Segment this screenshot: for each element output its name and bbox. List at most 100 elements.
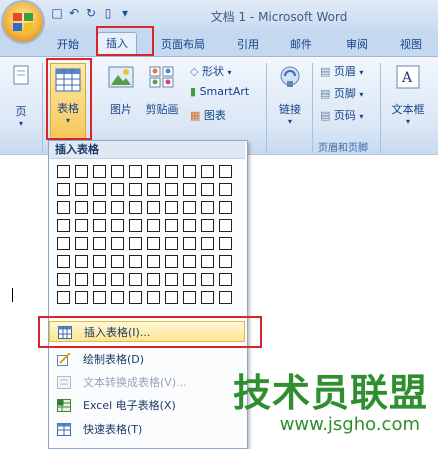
tab-page-layout[interactable]: 页面布局 (161, 36, 205, 52)
table-grid-cell[interactable] (201, 165, 214, 178)
picture-button[interactable]: 图片 (104, 65, 138, 117)
table-grid-cell[interactable] (111, 273, 124, 286)
table-grid-cell[interactable] (147, 219, 160, 232)
table-grid-cell[interactable] (147, 255, 160, 268)
table-grid-cell[interactable] (93, 291, 106, 304)
table-grid-cell[interactable] (129, 255, 142, 268)
table-grid-cell[interactable] (147, 183, 160, 196)
clipart-button[interactable]: 剪贴画 (142, 65, 182, 117)
table-grid-cell[interactable] (219, 273, 232, 286)
table-grid-cell[interactable] (57, 291, 70, 304)
table-grid-cell[interactable] (57, 255, 70, 268)
table-grid-cell[interactable] (129, 165, 142, 178)
table-grid-cell[interactable] (183, 255, 196, 268)
table-grid-cell[interactable] (111, 201, 124, 214)
table-grid-cell[interactable] (147, 291, 160, 304)
table-grid-cell[interactable] (111, 165, 124, 178)
table-grid-cell[interactable] (165, 237, 178, 250)
menu-item-quick-tables[interactable]: 快速表格(T) (49, 419, 245, 440)
table-grid-cell[interactable] (93, 165, 106, 178)
table-grid-cell[interactable] (165, 219, 178, 232)
table-grid-cell[interactable] (147, 201, 160, 214)
table-grid-cell[interactable] (111, 237, 124, 250)
table-grid-cell[interactable] (57, 165, 70, 178)
table-grid-cell[interactable] (111, 255, 124, 268)
table-grid-cell[interactable] (201, 201, 214, 214)
table-grid-cell[interactable] (183, 291, 196, 304)
table-grid-cell[interactable] (111, 291, 124, 304)
table-grid-cell[interactable] (219, 201, 232, 214)
table-grid-cell[interactable] (93, 237, 106, 250)
table-grid-cell[interactable] (111, 183, 124, 196)
table-grid-cell[interactable] (147, 237, 160, 250)
table-grid-cell[interactable] (165, 201, 178, 214)
menu-item-text-to-table[interactable]: 文本转换成表格(V)... (49, 372, 245, 393)
table-grid-cell[interactable] (129, 201, 142, 214)
table-grid-cell[interactable] (201, 255, 214, 268)
table-grid-cell[interactable] (201, 237, 214, 250)
table-grid-cell[interactable] (57, 273, 70, 286)
table-grid-cell[interactable] (219, 291, 232, 304)
table-grid-cell[interactable] (219, 255, 232, 268)
table-grid-cell[interactable] (93, 273, 106, 286)
table-grid-cell[interactable] (75, 291, 88, 304)
table-grid-cell[interactable] (93, 255, 106, 268)
office-button[interactable] (3, 2, 43, 42)
menu-item-excel-spreadsheet[interactable]: Excel 电子表格(X) (49, 395, 245, 416)
table-grid-cell[interactable] (75, 273, 88, 286)
table-grid-cell[interactable] (75, 201, 88, 214)
table-grid-cell[interactable] (75, 183, 88, 196)
table-grid-cell[interactable] (57, 237, 70, 250)
tab-mailings[interactable]: 邮件 (290, 36, 312, 52)
table-grid-cell[interactable] (165, 165, 178, 178)
table-grid-cell[interactable] (165, 291, 178, 304)
table-grid-cell[interactable] (75, 165, 88, 178)
table-grid-cell[interactable] (219, 165, 232, 178)
smartart-button[interactable]: ▮ SmartArt (190, 85, 249, 98)
table-grid-cell[interactable] (219, 219, 232, 232)
table-grid-cell[interactable] (111, 219, 124, 232)
table-grid-cell[interactable] (129, 183, 142, 196)
page-number-button[interactable]: ▤ 页码 ▾ (320, 107, 363, 123)
tab-view[interactable]: 视图 (400, 36, 422, 52)
shapes-button[interactable]: ◇ 形状 ▾ (190, 63, 231, 79)
table-grid-cell[interactable] (93, 201, 106, 214)
table-grid-cell[interactable] (129, 237, 142, 250)
table-grid-cell[interactable] (183, 183, 196, 196)
table-grid-cell[interactable] (183, 165, 196, 178)
table-grid-cell[interactable] (57, 201, 70, 214)
table-grid-cell[interactable] (129, 291, 142, 304)
header-button[interactable]: ▤ 页眉 ▾ (320, 63, 363, 79)
pages-button[interactable]: 页 ▾ (6, 65, 36, 128)
table-grid-cell[interactable] (219, 183, 232, 196)
table-grid-cell[interactable] (93, 219, 106, 232)
table-grid-cell[interactable] (93, 183, 106, 196)
table-grid-cell[interactable] (147, 165, 160, 178)
link-button[interactable]: 链接 ▾ (274, 65, 306, 126)
textbox-button[interactable]: A 文本框 ▾ (386, 65, 430, 126)
table-grid-cell[interactable] (201, 291, 214, 304)
table-grid-cell[interactable] (129, 273, 142, 286)
table-grid-cell[interactable] (201, 219, 214, 232)
table-grid-cell[interactable] (75, 219, 88, 232)
tab-home[interactable]: 开始 (57, 36, 79, 52)
table-grid-cell[interactable] (183, 201, 196, 214)
table-grid-cell[interactable] (219, 237, 232, 250)
table-grid-cell[interactable] (183, 237, 196, 250)
table-grid-cell[interactable] (201, 273, 214, 286)
table-grid-cell[interactable] (183, 273, 196, 286)
footer-button[interactable]: ▤ 页脚 ▾ (320, 85, 363, 101)
menu-item-draw-table[interactable]: 绘制表格(D) (49, 349, 245, 370)
table-grid-cell[interactable] (165, 255, 178, 268)
table-grid-cell[interactable] (75, 255, 88, 268)
table-grid-cell[interactable] (57, 183, 70, 196)
table-grid-cell[interactable] (57, 219, 70, 232)
table-grid-cell[interactable] (129, 219, 142, 232)
tab-references[interactable]: 引用 (237, 36, 259, 52)
table-grid-cell[interactable] (147, 273, 160, 286)
table-grid-cell[interactable] (165, 273, 178, 286)
table-grid-cell[interactable] (165, 183, 178, 196)
table-grid-cell[interactable] (201, 183, 214, 196)
table-grid-cell[interactable] (183, 219, 196, 232)
tab-review[interactable]: 审阅 (346, 36, 368, 52)
